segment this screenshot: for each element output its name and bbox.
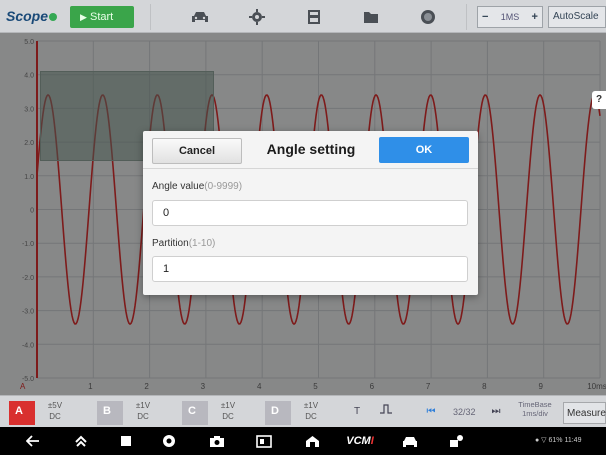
battery-time-text: 61% 11:49	[548, 437, 582, 444]
channel-c-label: C	[188, 405, 196, 417]
channel-c-coupling: DC	[222, 412, 234, 421]
vehicle-button[interactable]	[176, 5, 224, 29]
rising-edge-icon	[380, 404, 392, 414]
timebase-control[interactable]: − 1MS +	[477, 6, 543, 28]
start-label: Start	[89, 11, 114, 23]
dialog-title: Angle setting	[266, 141, 356, 157]
trigger-edge-button[interactable]	[375, 401, 397, 423]
channel-a-coupling: DC	[49, 412, 61, 421]
divider	[466, 4, 467, 30]
save-icon	[308, 10, 320, 24]
app-shortcut-icon[interactable]	[160, 433, 178, 449]
channel-d-range: ±1V	[303, 401, 319, 410]
recents-icon[interactable]	[117, 433, 135, 449]
channel-bar: A ±5V DC B ±1V DC C ±1V DC D ±1V DC T ⏮ 32/3…	[0, 395, 606, 427]
status-bar-info: ● ▽ 61% 11:49	[535, 436, 581, 444]
channel-b-button[interactable]: B	[97, 401, 123, 425]
circle-help-icon	[421, 10, 435, 24]
timebase-minus-button[interactable]: −	[482, 11, 488, 23]
channel-a-button[interactable]: A	[9, 401, 35, 425]
folder-icon	[364, 12, 378, 23]
timebase-div-title: TimeBase	[518, 400, 552, 409]
partition-range-hint: (1-10)	[188, 238, 216, 249]
start-button[interactable]: ▶ Start	[70, 6, 134, 28]
save-button[interactable]	[290, 5, 338, 29]
divider	[150, 4, 151, 30]
partition-label: Partition(1-10)	[152, 238, 215, 249]
garage-icon[interactable]	[303, 433, 321, 449]
channel-d-label: D	[271, 405, 279, 417]
channel-b-range: ±1V	[135, 401, 151, 410]
logo-dot-icon	[49, 13, 58, 22]
top-toolbar: Scope ▶ Start − 1MS + AutoScale	[0, 0, 606, 33]
vcm-suffix: I	[370, 435, 374, 447]
skip-forward-icon: ⏭	[491, 406, 501, 417]
timebase-plus-button[interactable]: +	[532, 11, 538, 23]
help-icon[interactable]: ?	[592, 91, 606, 109]
angle-setting-dialog: Cancel Angle setting OK Angle value(0-99…	[143, 131, 478, 295]
angle-value-input[interactable]: 0	[152, 200, 468, 226]
measure-button[interactable]: Measure	[563, 402, 606, 424]
screen-record-icon[interactable]	[255, 433, 273, 449]
channel-c-settings[interactable]: ±1V DC	[211, 400, 245, 422]
diagnostics-car-icon[interactable]	[401, 433, 419, 449]
partition-input[interactable]: 1	[152, 256, 468, 282]
channel-d-coupling: DC	[305, 412, 317, 421]
vcm-icon[interactable]: VCMI	[345, 433, 375, 449]
trigger-button[interactable]: T	[346, 401, 368, 423]
system-nav-bar: VCMI ● ▽ 61% 11:49	[0, 427, 606, 455]
ok-button[interactable]: OK	[379, 137, 469, 163]
car-icon	[192, 12, 208, 22]
remote-expert-icon[interactable]	[448, 433, 466, 449]
play-icon: ▶	[80, 12, 87, 22]
app-logo: Scope	[6, 8, 58, 24]
brand-text: Scope	[6, 8, 49, 24]
skip-back-icon: ⏮	[426, 406, 436, 417]
autoscale-button[interactable]: AutoScale	[548, 6, 606, 28]
angle-value-label: Angle value(0-9999)	[152, 181, 242, 192]
channel-a-range: ±5V	[47, 401, 63, 410]
home-icon[interactable]	[72, 433, 90, 449]
page-counter: 32/32	[453, 407, 476, 417]
settings-button[interactable]	[233, 5, 281, 29]
channel-c-range: ±1V	[220, 401, 236, 410]
channel-b-label: B	[103, 405, 111, 417]
channel-b-coupling: DC	[137, 412, 149, 421]
timebase-div-value: 1ms/div	[522, 409, 548, 418]
timebase-value: 1MS	[500, 12, 520, 22]
partition-label-text: Partition	[152, 238, 189, 249]
record-dot-icon: ● ▽	[535, 437, 549, 444]
vcm-text: VCM	[346, 435, 371, 447]
back-icon[interactable]	[24, 433, 42, 449]
timebase-division: TimeBase 1ms/div	[512, 400, 558, 418]
gear-icon	[249, 9, 265, 25]
camera-icon[interactable]	[208, 433, 226, 449]
cancel-button[interactable]: Cancel	[152, 138, 242, 164]
channel-a-label: A	[15, 405, 23, 417]
angle-range-hint: (0-9999)	[204, 181, 243, 192]
help-circle-button[interactable]	[404, 5, 452, 29]
folder-button[interactable]	[347, 5, 395, 29]
channel-d-button[interactable]: D	[265, 401, 291, 425]
dialog-header: Cancel Angle setting OK	[143, 131, 478, 169]
angle-label-text: Angle value	[152, 181, 205, 192]
channel-b-settings[interactable]: ±1V DC	[126, 400, 160, 422]
channel-c-button[interactable]: C	[182, 401, 208, 425]
channel-a-settings[interactable]: ±5V DC	[38, 400, 72, 422]
next-page-button[interactable]: ⏭	[485, 401, 507, 423]
first-page-button[interactable]: ⏮	[420, 401, 442, 423]
channel-d-settings[interactable]: ±1V DC	[294, 400, 328, 422]
